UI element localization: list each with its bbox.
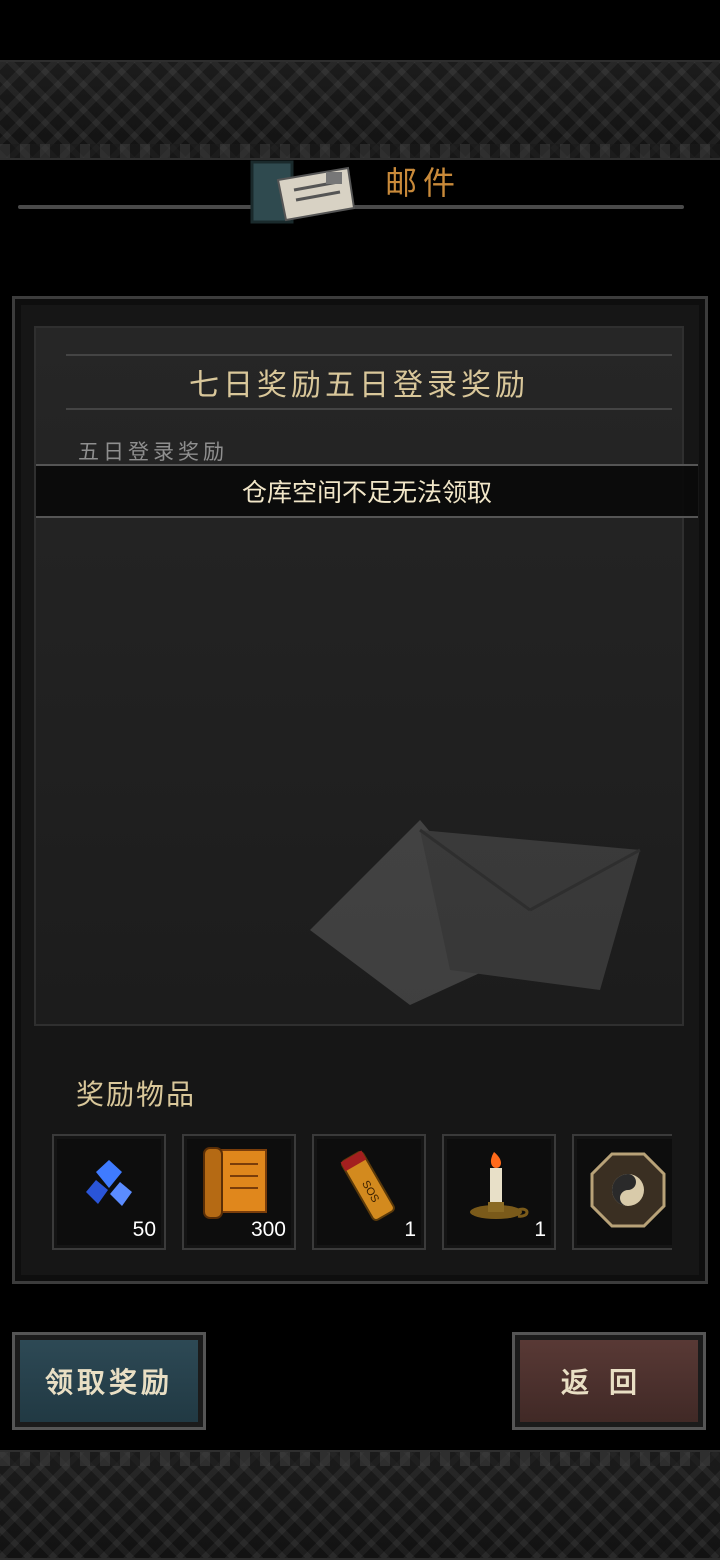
title-top-divider — [66, 354, 672, 356]
title-bottom-divider — [66, 408, 672, 410]
reward-slot-scroll[interactable]: 300 — [182, 1134, 296, 1250]
mail-icon — [250, 160, 356, 224]
reward-slot-bagua[interactable] — [572, 1134, 672, 1250]
candle-icon — [470, 1152, 529, 1219]
blue-gems-icon — [86, 1160, 132, 1206]
rewards-label: 奖励物品 — [76, 1078, 197, 1111]
reward-quantity: 300 — [250, 1218, 286, 1241]
reward-quantity: 50 — [132, 1218, 156, 1241]
bottom-border-decoration — [0, 1450, 720, 1560]
message-subtitle: 五日登录奖励 — [78, 440, 228, 464]
reward-quantity: 1 — [534, 1218, 546, 1241]
reward-slot-sos[interactable]: SOS 1 — [312, 1134, 426, 1250]
reward-slot-candle[interactable]: 1 — [442, 1134, 556, 1250]
reward-quantity: 1 — [404, 1218, 416, 1241]
reward-slot-gems[interactable]: 50 — [52, 1134, 166, 1250]
back-button[interactable]: 返回 — [512, 1332, 706, 1430]
top-border-decoration — [0, 60, 720, 160]
sos-tube-icon: SOS — [340, 1150, 395, 1221]
claim-rewards-button[interactable]: 领取奖励 — [12, 1332, 206, 1430]
warning-toast: 仓库空间不足无法领取 — [36, 464, 698, 518]
scroll-icon — [203, 1147, 267, 1219]
message-title: 七日奖励五日登录奖励 — [189, 368, 529, 403]
envelope-illustration — [310, 820, 641, 1005]
page-title: 邮件 — [385, 164, 462, 202]
bagua-icon — [590, 1152, 666, 1228]
reward-items-list[interactable]: 50 300 SOS 1 1 — [52, 1134, 672, 1250]
